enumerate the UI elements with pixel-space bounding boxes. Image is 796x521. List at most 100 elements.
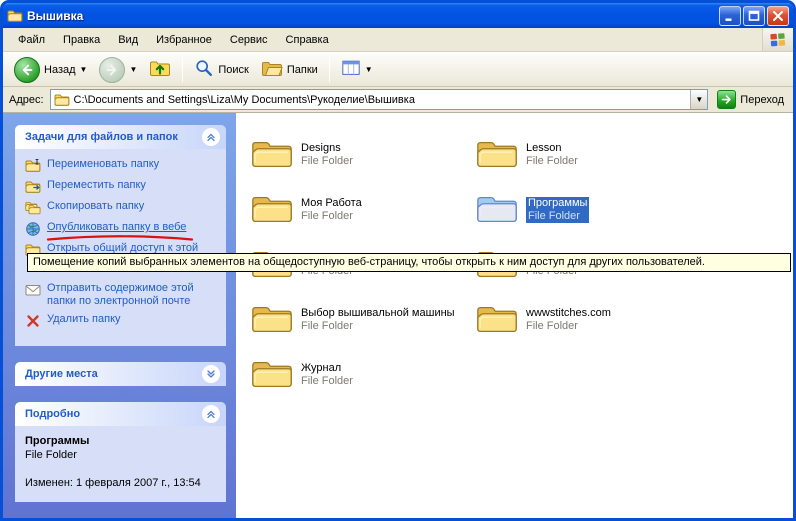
delete-icon — [25, 313, 41, 329]
folder-icon — [475, 303, 519, 336]
folder-type: File Folder — [526, 320, 611, 333]
task-item[interactable]: Переместить папку — [25, 179, 220, 195]
window-folder-icon — [7, 8, 23, 24]
menu-item[interactable]: Сервис — [221, 30, 277, 50]
menu-item[interactable]: Справка — [277, 30, 338, 50]
folder-name: wwwstitches.com — [526, 307, 611, 320]
folder-type: File Folder — [301, 320, 455, 333]
email-icon — [25, 282, 41, 298]
chevron-down-icon[interactable] — [202, 365, 220, 383]
folders-button[interactable]: Папки — [256, 55, 323, 84]
menu-bar: ФайлПравкаВидИзбранноеСервисСправка — [3, 28, 793, 52]
details-header[interactable]: Подробно — [15, 402, 226, 426]
folder-icon — [475, 193, 519, 226]
content-area: Задачи для файлов и папок Переименовать … — [3, 113, 793, 518]
folder-type: File Folder — [301, 155, 353, 168]
folder-type: File Folder — [301, 210, 362, 223]
file-tasks-header[interactable]: Задачи для файлов и папок — [15, 125, 226, 149]
address-folder-icon — [54, 92, 70, 108]
go-arrow-icon — [717, 90, 736, 109]
rename-folder-icon — [25, 158, 41, 174]
folder-icon — [250, 358, 294, 391]
folder-icon — [250, 303, 294, 336]
forward-icon — [99, 57, 125, 83]
red-underline-annotation — [45, 234, 195, 242]
search-label: Поиск — [218, 64, 248, 76]
menu-item[interactable]: Вид — [109, 30, 147, 50]
copy-folder-icon — [25, 200, 41, 216]
views-icon — [341, 58, 361, 81]
move-folder-icon — [25, 179, 41, 195]
folder-item[interactable]: ПрограммыFile Folder — [475, 182, 700, 237]
go-button[interactable]: Переход — [714, 90, 787, 109]
menu-item[interactable]: Файл — [9, 30, 54, 50]
folder-name: Программы — [528, 197, 587, 210]
task-item[interactable]: Опубликовать папку в вебе — [25, 221, 220, 237]
publish-web-icon — [25, 221, 41, 237]
address-label: Адрес: — [9, 94, 44, 106]
chevron-up-icon[interactable] — [202, 128, 220, 146]
explorer-window: Вышивка ФайлПравкаВидИзбранноеСервисСпра… — [0, 0, 796, 521]
chevron-up-icon[interactable] — [202, 405, 220, 423]
tooltip: Помещение копий выбранных элементов на о… — [27, 253, 791, 272]
folder-up-icon — [149, 57, 171, 82]
folder-icon — [250, 138, 294, 171]
folders-icon — [261, 57, 283, 82]
back-dropdown-icon[interactable]: ▼ — [80, 66, 88, 74]
folder-list: DesignsFile FolderLessonFile FolderМоя Р… — [236, 113, 793, 518]
folder-item[interactable]: Моя РаботаFile Folder — [250, 182, 475, 237]
search-icon — [194, 58, 214, 81]
folders-label: Папки — [287, 64, 318, 76]
forward-dropdown-icon[interactable]: ▼ — [129, 66, 137, 74]
close-button[interactable] — [767, 6, 789, 26]
back-icon — [14, 57, 40, 83]
folder-item[interactable]: DesignsFile Folder — [250, 127, 475, 182]
folder-name: Designs — [301, 142, 353, 155]
folder-name: Lesson — [526, 142, 578, 155]
folder-name: Выбор вышивальной машины — [301, 307, 455, 320]
section-other-places: Другие места — [15, 362, 226, 386]
folder-name: Моя Работа — [301, 197, 362, 210]
section-details: Подробно Программы File Folder Изменен: … — [15, 402, 226, 502]
toolbar: Назад ▼ ▼ Поиск — [3, 52, 793, 87]
folder-type: File Folder — [528, 210, 587, 223]
section-file-tasks: Задачи для файлов и папок Переименовать … — [15, 125, 226, 346]
address-input[interactable]: C:\Documents and Settings\Liza\My Docume… — [50, 89, 709, 110]
menu-item[interactable]: Избранное — [147, 30, 221, 50]
forward-button[interactable]: ▼ — [94, 55, 142, 85]
title-bar[interactable]: Вышивка — [3, 3, 793, 28]
minimize-button[interactable] — [719, 6, 741, 26]
address-bar: Адрес: C:\Documents and Settings\Liza\My… — [3, 87, 793, 113]
menu-item[interactable]: Правка — [54, 30, 109, 50]
back-button[interactable]: Назад ▼ — [9, 55, 92, 85]
window-title: Вышивка — [27, 9, 715, 23]
search-button[interactable]: Поиск — [189, 56, 253, 83]
task-item[interactable]: Удалить папку — [25, 313, 220, 329]
task-item[interactable]: Отправить содержимое этой папки по элект… — [25, 282, 220, 308]
details-modified: Изменен: 1 февраля 2007 г., 13:54 — [25, 477, 220, 490]
up-button[interactable] — [144, 55, 176, 84]
details-folder-name: Программы — [25, 435, 220, 447]
folder-icon — [250, 193, 294, 226]
folder-item[interactable]: ЖурналFile Folder — [250, 347, 475, 402]
task-item[interactable]: Переименовать папку — [25, 158, 220, 174]
folder-name: Журнал — [301, 362, 353, 375]
toolbar-separator — [329, 58, 330, 82]
folder-item[interactable]: Выбор вышивальной машиныFile Folder — [250, 292, 475, 347]
address-dropdown-button[interactable]: ▼ — [690, 90, 707, 109]
back-label: Назад — [44, 64, 76, 76]
folder-item[interactable]: LessonFile Folder — [475, 127, 700, 182]
views-button[interactable]: ▼ — [336, 56, 378, 83]
other-places-header[interactable]: Другие места — [15, 362, 226, 386]
maximize-button[interactable] — [743, 6, 765, 26]
folder-type: File Folder — [301, 375, 353, 388]
task-pane: Задачи для файлов и папок Переименовать … — [3, 113, 236, 518]
toolbar-separator — [182, 58, 183, 82]
details-folder-type: File Folder — [25, 449, 220, 461]
task-item[interactable]: Скопировать папку — [25, 200, 220, 216]
folder-item[interactable]: wwwstitches.comFile Folder — [475, 292, 700, 347]
address-value: C:\Documents and Settings\Liza\My Docume… — [74, 94, 687, 106]
views-dropdown-icon[interactable]: ▼ — [365, 66, 373, 74]
folder-icon — [475, 138, 519, 171]
windows-logo-icon — [762, 28, 793, 51]
